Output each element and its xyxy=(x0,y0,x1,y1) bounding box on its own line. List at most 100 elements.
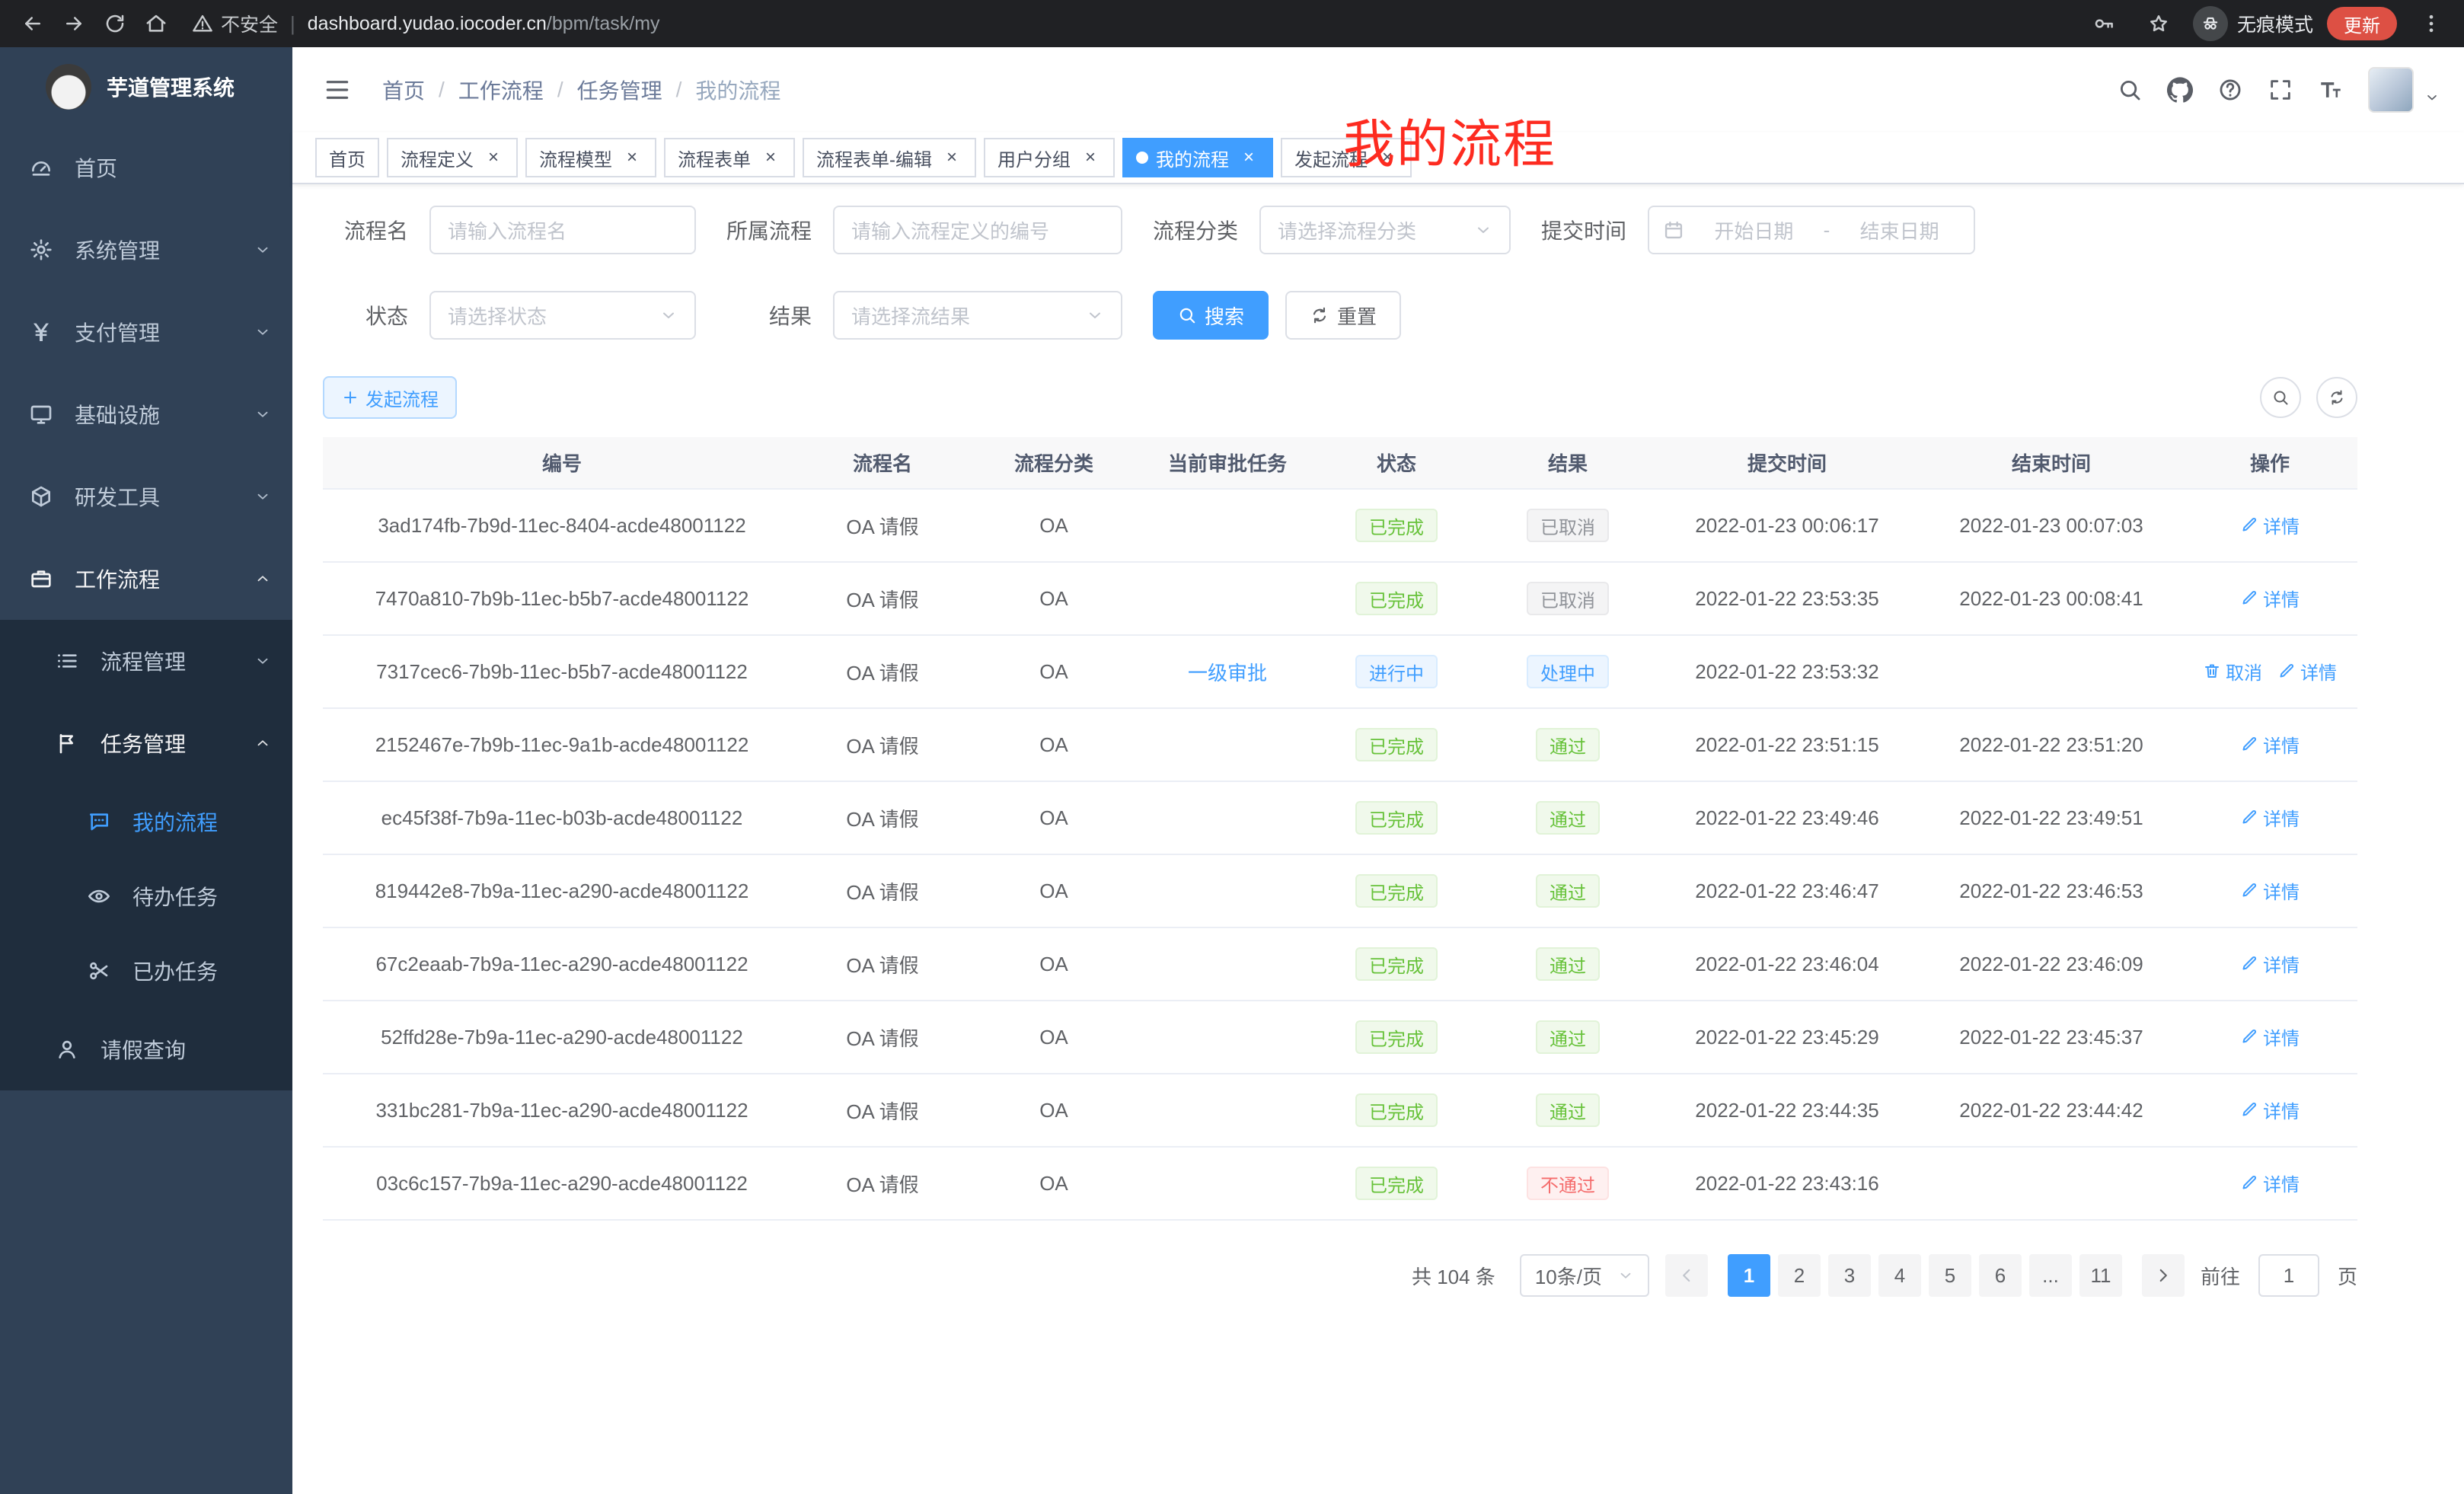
browser-reload-icon[interactable] xyxy=(94,3,136,44)
url-bar[interactable]: dashboard.yudao.iocoder.cn/bpm/task/my xyxy=(308,13,660,35)
page-number-button[interactable]: 5 xyxy=(1929,1254,1971,1297)
sidebar-item[interactable]: 工作流程 xyxy=(0,538,292,620)
category-select[interactable]: 请选择流程分类 xyxy=(1259,206,1511,254)
logo[interactable]: 芋道管理系统 xyxy=(0,47,292,126)
browser-forward-icon[interactable] xyxy=(53,3,94,44)
status-tag: 已完成 xyxy=(1355,874,1438,908)
browser-home-icon[interactable] xyxy=(136,3,177,44)
reset-button[interactable]: 重置 xyxy=(1285,291,1401,340)
page-number-button[interactable]: 3 xyxy=(1828,1254,1871,1297)
close-icon[interactable]: × xyxy=(483,147,504,168)
process-name-input[interactable]: 请输入流程名 xyxy=(429,206,696,254)
sidebar-item[interactable]: 系统管理 xyxy=(0,209,292,291)
cell-submit-time: 2022-01-22 23:53:32 xyxy=(1654,635,1920,708)
show-search-button[interactable] xyxy=(2260,377,2301,418)
cell-category: OA xyxy=(964,1001,1144,1074)
detail-button[interactable]: 详情 xyxy=(2277,658,2337,685)
sidebar-item[interactable]: 支付管理 xyxy=(0,291,292,373)
update-button[interactable]: 更新 xyxy=(2327,7,2397,40)
tab-item[interactable]: 流程表单-编辑× xyxy=(803,138,976,177)
search-button[interactable]: 搜索 xyxy=(1153,291,1269,340)
close-icon[interactable]: × xyxy=(621,147,643,168)
browser-menu-kebab-icon[interactable] xyxy=(2411,3,2452,44)
status-select[interactable]: 请选择状态 xyxy=(429,291,696,340)
tab-item[interactable]: 我的流程× xyxy=(1122,138,1273,177)
detail-button[interactable]: 详情 xyxy=(2240,1170,2300,1196)
page-number-button[interactable]: 4 xyxy=(1878,1254,1921,1297)
chevron-down-icon[interactable] xyxy=(2424,90,2440,105)
sidebar-item[interactable]: 任务管理 xyxy=(0,702,292,784)
date-range-picker[interactable]: 开始日期 - 结束日期 xyxy=(1648,206,1975,254)
tab-item[interactable]: 流程表单× xyxy=(664,138,795,177)
security-label: 不安全 xyxy=(221,10,278,37)
page-number-button[interactable]: 1 xyxy=(1728,1254,1770,1297)
sidebar-item[interactable]: 基础设施 xyxy=(0,373,292,455)
bookmark-star-icon[interactable] xyxy=(2138,3,2179,44)
cell-actions: 详情 xyxy=(2182,489,2357,562)
chat-icon xyxy=(87,809,111,834)
detail-button[interactable]: 详情 xyxy=(2240,950,2300,977)
start-date-input[interactable]: 开始日期 xyxy=(1693,216,1814,244)
task-link[interactable]: 一级审批 xyxy=(1188,662,1267,685)
tab-item[interactable]: 首页 xyxy=(315,138,379,177)
close-icon[interactable]: × xyxy=(941,147,962,168)
tab-item[interactable]: 流程模型× xyxy=(525,138,656,177)
fullscreen-icon[interactable] xyxy=(2268,77,2293,103)
page-number-button[interactable]: 6 xyxy=(1979,1254,2022,1297)
tab-item[interactable]: 用户分组× xyxy=(984,138,1115,177)
sidebar-item[interactable]: 请假查询 xyxy=(0,1008,292,1090)
result-tag: 通过 xyxy=(1536,1020,1600,1054)
detail-button[interactable]: 详情 xyxy=(2240,877,2300,904)
site-security-badge[interactable]: 不安全 xyxy=(192,10,278,37)
docs-help-icon[interactable] xyxy=(2217,77,2243,103)
breadcrumb-item[interactable]: 工作流程 xyxy=(458,75,544,105)
more-pages-button[interactable]: ... xyxy=(2029,1254,2072,1297)
avatar[interactable] xyxy=(2368,67,2414,113)
page-number-button[interactable]: 11 xyxy=(2079,1254,2122,1297)
breadcrumb-item[interactable]: 首页 xyxy=(382,75,425,105)
breadcrumb-item[interactable]: 任务管理 xyxy=(577,75,662,105)
breadcrumb-item: 我的流程 xyxy=(695,75,780,105)
close-icon[interactable]: × xyxy=(1080,147,1101,168)
sidebar-item[interactable]: 我的流程 xyxy=(0,784,292,859)
process-id-input[interactable]: 请输入流程定义的编号 xyxy=(833,206,1122,254)
detail-button[interactable]: 详情 xyxy=(2240,731,2300,758)
end-date-input[interactable]: 结束日期 xyxy=(1839,216,1960,244)
sidebar-item[interactable]: 已办任务 xyxy=(0,934,292,1008)
browser-back-icon[interactable] xyxy=(12,3,53,44)
sidebar-item[interactable]: 首页 xyxy=(0,126,292,209)
cell-status: 已完成 xyxy=(1311,781,1482,854)
close-icon[interactable]: × xyxy=(1238,147,1259,168)
active-tab-dot xyxy=(1136,152,1148,164)
cell-current-task xyxy=(1144,1147,1311,1220)
goto-page-input[interactable]: 1 xyxy=(2258,1254,2319,1297)
detail-button[interactable]: 详情 xyxy=(2240,1023,2300,1050)
cell-category: OA xyxy=(964,562,1144,635)
page-number-button[interactable]: 2 xyxy=(1778,1254,1821,1297)
edit-pencil-icon xyxy=(2240,589,2258,607)
tab-item[interactable]: 流程定义× xyxy=(387,138,518,177)
hamburger-icon[interactable] xyxy=(317,75,358,104)
github-icon[interactable] xyxy=(2167,77,2193,103)
font-size-icon[interactable] xyxy=(2318,77,2344,103)
sidebar-item[interactable]: 待办任务 xyxy=(0,859,292,934)
next-page-button[interactable] xyxy=(2142,1254,2185,1297)
prev-page-button[interactable] xyxy=(1665,1254,1708,1297)
password-key-icon[interactable] xyxy=(2083,3,2124,44)
start-process-button[interactable]: 发起流程 xyxy=(323,376,457,419)
sidebar-item[interactable]: 研发工具 xyxy=(0,455,292,538)
detail-button[interactable]: 详情 xyxy=(2240,585,2300,611)
cancel-button[interactable]: 取消 xyxy=(2203,658,2262,685)
cell-id: 2152467e-7b9b-11ec-9a1b-acde48001122 xyxy=(323,708,801,781)
page-size-select[interactable]: 10条/页 xyxy=(1520,1254,1649,1297)
detail-button[interactable]: 详情 xyxy=(2240,512,2300,538)
result-select[interactable]: 请选择流结果 xyxy=(833,291,1122,340)
close-icon[interactable]: × xyxy=(760,147,781,168)
sidebar-item[interactable]: 流程管理 xyxy=(0,620,292,702)
detail-button[interactable]: 详情 xyxy=(2240,1097,2300,1123)
cell-process-name: OA 请假 xyxy=(801,635,964,708)
header-search-icon[interactable] xyxy=(2117,77,2143,103)
detail-button[interactable]: 详情 xyxy=(2240,804,2300,831)
table-body: 3ad174fb-7b9d-11ec-8404-acde48001122OA 请… xyxy=(323,489,2357,1220)
refresh-table-button[interactable] xyxy=(2316,377,2357,418)
